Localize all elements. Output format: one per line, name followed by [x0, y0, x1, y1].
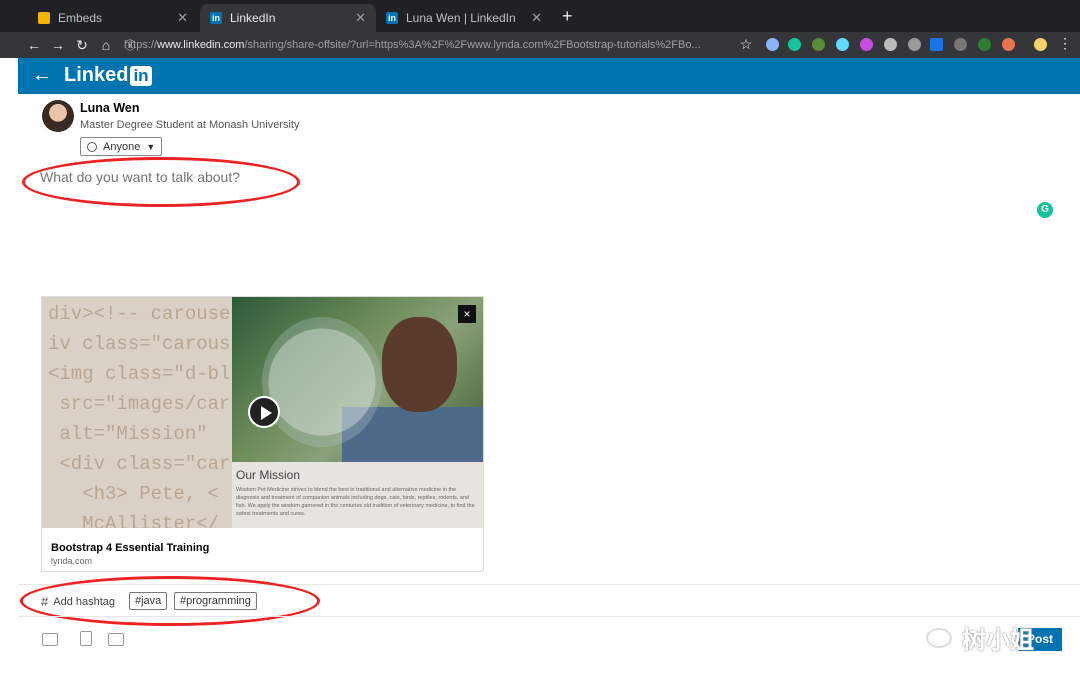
react-extension-icon[interactable] — [836, 38, 849, 51]
avatar — [42, 100, 74, 132]
extension-icon[interactable] — [1002, 38, 1015, 51]
mission-text: Wisdom Pet Medicine strives to blend the… — [236, 487, 475, 517]
photo-face — [382, 317, 457, 412]
tab-title: Embeds — [58, 11, 103, 25]
card-title[interactable]: Bootstrap 4 Essential Training — [51, 542, 209, 554]
code-background: div><!-- carouse iv class="carous <img c… — [42, 297, 242, 528]
camera-icon[interactable] — [108, 633, 124, 646]
home-icon[interactable]: ⌂ — [94, 37, 118, 53]
link-preview-card[interactable]: div><!-- carouse iv class="carous <img c… — [41, 296, 484, 572]
divider — [18, 616, 1080, 617]
tab-title: Luna Wen | LinkedIn — [406, 11, 516, 25]
author-headline: Master Degree Student at Monash Universi… — [80, 119, 300, 131]
linkedin-header: ← Linked in — [18, 58, 1080, 94]
caret-down-icon: ▼ — [146, 141, 156, 152]
tab-close-icon[interactable]: ✕ — [531, 10, 542, 26]
tab-embeds[interactable]: Embeds ✕ — [28, 4, 198, 32]
mission-title: Our Mission — [236, 468, 301, 482]
more-menu-icon[interactable]: ⋮ — [1058, 35, 1072, 52]
extension-icon[interactable] — [812, 38, 825, 51]
linkedin-logo[interactable]: Linked in — [64, 64, 152, 87]
play-icon[interactable] — [248, 396, 280, 428]
back-arrow-icon[interactable]: ← — [32, 64, 52, 87]
url-field[interactable]: https://www.linkedin.com/sharing/share-o… — [124, 36, 744, 54]
tab-linkedin[interactable]: in LinkedIn ✕ — [200, 4, 376, 32]
wechat-icon — [926, 627, 952, 648]
card-domain: lynda.com — [51, 556, 93, 566]
extension-icon[interactable] — [860, 38, 873, 51]
fishbowl-image — [262, 317, 382, 447]
grammarly-icon[interactable]: G — [1037, 202, 1053, 218]
bookmark-star-icon[interactable]: ☆ — [734, 36, 758, 53]
extension-icon[interactable] — [954, 38, 967, 51]
browser-tab-bar: Embeds ✕ in LinkedIn ✕ in Luna Wen | Lin… — [0, 0, 1080, 32]
mission-panel: Our Mission Wisdom Pet Medicine strives … — [232, 462, 483, 528]
tab-close-icon[interactable]: ✕ — [355, 10, 366, 26]
profile-avatar-icon[interactable] — [1034, 38, 1047, 51]
linkedin-favicon-icon: in — [386, 12, 398, 24]
new-tab-button[interactable]: + — [562, 6, 573, 27]
extension-icon[interactable] — [930, 38, 943, 51]
visibility-dropdown[interactable]: Anyone ▼ — [80, 137, 163, 156]
reload-icon[interactable]: ↻ — [70, 37, 94, 54]
extension-icon[interactable] — [766, 38, 779, 51]
tab-luna-wen-profile[interactable]: in Luna Wen | LinkedIn ✕ — [376, 4, 552, 32]
forward-arrow-icon[interactable]: → — [46, 37, 70, 53]
preview-thumbnail: div><!-- carouse iv class="carous <img c… — [42, 297, 483, 528]
linkedin-favicon-icon: in — [210, 12, 222, 24]
back-arrow-icon[interactable]: ← — [22, 37, 46, 53]
extension-icon[interactable] — [884, 38, 897, 51]
document-icon[interactable] — [80, 631, 92, 646]
red-annotation-oval — [20, 576, 320, 626]
watermark: 树小姐 — [926, 620, 1034, 655]
grammarly-extension-icon[interactable] — [788, 38, 801, 51]
author-name: Luna Wen — [80, 101, 140, 115]
extension-icon[interactable] — [908, 38, 921, 51]
red-annotation-oval — [22, 157, 300, 207]
tab-close-icon[interactable]: ✕ — [177, 10, 188, 26]
visibility-label: Anyone — [103, 140, 141, 153]
extension-icon[interactable] — [978, 38, 991, 51]
close-preview-button[interactable]: × — [458, 305, 476, 323]
video-icon[interactable] — [42, 633, 58, 646]
globe-icon — [87, 141, 97, 152]
tab-title: LinkedIn — [230, 11, 276, 25]
embeds-favicon-icon — [38, 12, 50, 24]
